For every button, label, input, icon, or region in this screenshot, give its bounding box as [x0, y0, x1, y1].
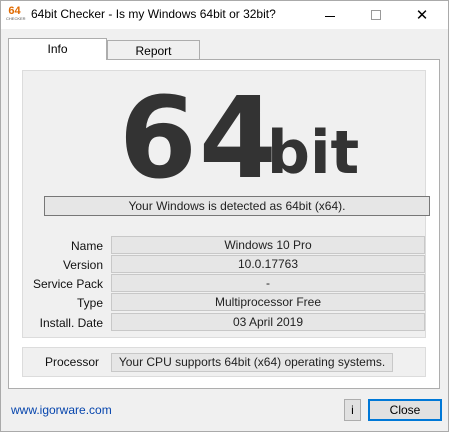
website-link[interactable]: www.igorware.com — [11, 403, 112, 417]
processor-label: Processor — [45, 355, 100, 369]
processor-value: Your CPU supports 64bit (x64) operating … — [111, 353, 393, 372]
info-tab-panel: 64 bit Your Windows is detected as 64bit… — [8, 59, 440, 389]
window-title: 64bit Checker - Is my Windows 64bit or 3… — [31, 7, 276, 21]
maximize-button[interactable] — [353, 1, 399, 29]
close-icon: ✕ — [415, 6, 429, 24]
version-value: 10.0.17763 — [111, 255, 425, 273]
name-label: Name — [70, 239, 103, 253]
result-group: 64 bit Your Windows is detected as 64bit… — [22, 70, 430, 338]
minimize-icon — [325, 15, 335, 17]
name-value: Windows 10 Pro — [111, 236, 425, 254]
app-window: 64 CHECKER 64bit Checker - Is my Windows… — [0, 0, 449, 432]
install-date-label: Install. Date — [39, 316, 103, 330]
version-label: Version — [62, 258, 103, 272]
close-button[interactable]: Close — [368, 399, 442, 421]
minimize-button[interactable] — [307, 1, 353, 29]
install-date-value: 03 April 2019 — [111, 313, 425, 331]
tab-info[interactable]: Info — [8, 38, 107, 60]
type-value: Multiprocessor Free — [111, 293, 425, 311]
service-pack-value: - — [111, 274, 425, 292]
tab-report[interactable]: Report — [107, 40, 200, 61]
big-bit-number: 64 — [119, 74, 279, 204]
type-label: Type — [76, 296, 103, 310]
big-bit-unit: bit — [267, 118, 360, 188]
app-logo-icon[interactable]: 64 CHECKER — [6, 6, 26, 23]
service-pack-label: Service Pack — [32, 277, 103, 291]
title-bar[interactable]: 64 CHECKER 64bit Checker - Is my Windows… — [1, 1, 448, 29]
detection-status: Your Windows is detected as 64bit (x64). — [44, 196, 430, 216]
close-window-button[interactable]: ✕ — [399, 1, 445, 29]
info-button[interactable]: i — [344, 399, 361, 421]
maximize-icon — [371, 10, 381, 20]
processor-group: Processor Your CPU supports 64bit (x64) … — [22, 347, 426, 377]
app-logo-subtext: CHECKER — [6, 16, 26, 21]
